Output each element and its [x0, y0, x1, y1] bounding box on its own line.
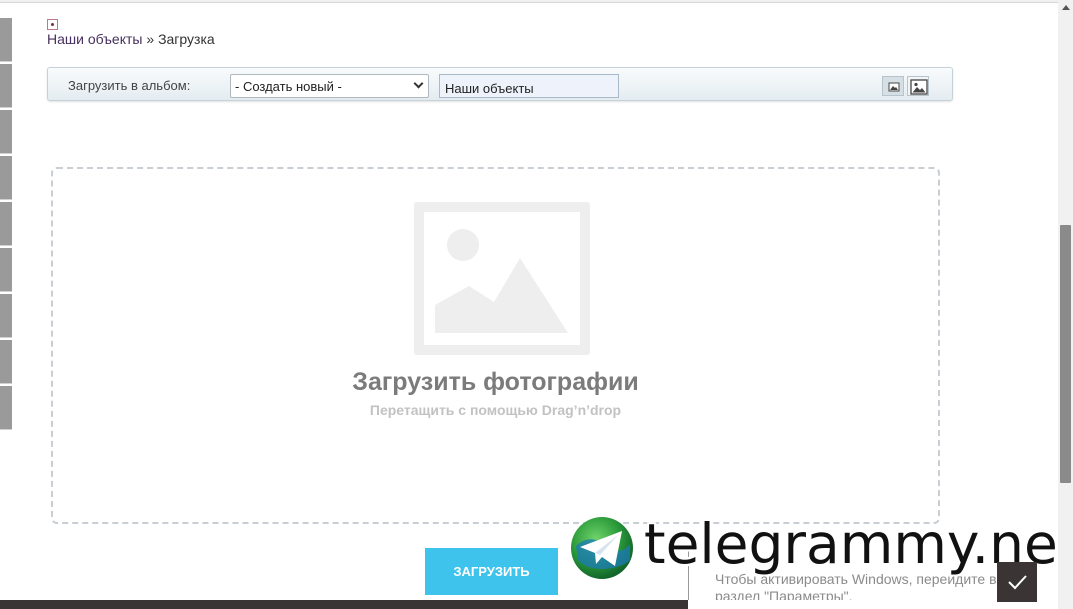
scroll-top-button[interactable] [997, 562, 1037, 602]
checkmark-icon [1008, 575, 1027, 590]
telegram-logo-icon [571, 517, 633, 579]
breadcrumb-current: Загрузка [158, 31, 215, 47]
scroll-up-arrow-icon[interactable] [1062, 5, 1070, 10]
side-tab[interactable] [0, 202, 12, 246]
top-border [0, 0, 1060, 3]
chevron-down-icon [413, 78, 424, 89]
upload-button[interactable]: ЗАГРУЗИТЬ [425, 548, 558, 595]
dropzone-subtitle: Перетащить с помощью Drag’n’drop [369, 402, 622, 418]
side-tab[interactable] [0, 340, 12, 384]
breadcrumb-separator: » [146, 31, 155, 47]
side-tab[interactable] [0, 386, 12, 430]
side-tab[interactable] [0, 64, 12, 108]
breadcrumb-link-objects[interactable]: Наши объекты [47, 31, 142, 47]
image-placeholder-icon [414, 202, 590, 355]
photo-dropzone[interactable]: Загрузить фотографии Перетащить с помощь… [51, 167, 940, 524]
view-small-button[interactable] [882, 76, 904, 96]
bullet-icon [47, 19, 58, 30]
album-select[interactable]: - Создать новый - [230, 74, 429, 98]
side-tab[interactable] [0, 248, 12, 292]
side-tab[interactable] [0, 156, 12, 200]
view-large-button[interactable] [907, 76, 929, 96]
image-small-icon [888, 82, 900, 92]
page-footer-bar [0, 600, 1073, 609]
left-side-tabs [0, 18, 12, 433]
breadcrumb: Наши объекты » Загрузка [47, 31, 215, 47]
album-label: Загрузить в альбом: [68, 78, 191, 93]
upload-toolbar: Загрузить в альбом: - Создать новый - [47, 67, 953, 101]
side-tab[interactable] [0, 18, 12, 62]
album-select-value: - Создать новый - [235, 79, 342, 94]
side-tab[interactable] [0, 110, 12, 154]
dropzone-title: Загрузить фотографии [352, 368, 639, 396]
side-tab[interactable] [0, 294, 12, 338]
scrollbar-thumb[interactable] [1060, 225, 1071, 483]
image-large-icon [910, 79, 928, 95]
album-name-input[interactable] [439, 74, 619, 98]
